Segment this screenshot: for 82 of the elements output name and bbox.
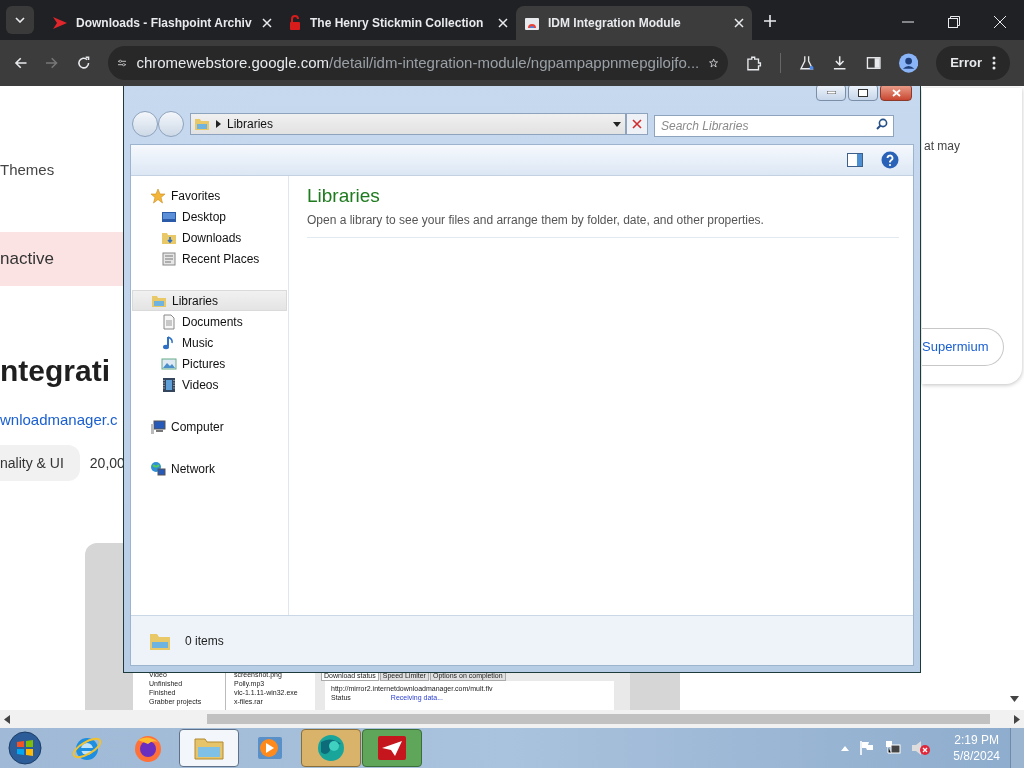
close-icon[interactable] xyxy=(262,18,272,28)
close-icon[interactable] xyxy=(994,16,1006,28)
download-icon[interactable] xyxy=(832,55,848,71)
maximize-button[interactable] xyxy=(848,86,878,101)
star-icon xyxy=(150,187,166,204)
restore-icon[interactable] xyxy=(948,16,960,28)
nav-item[interactable]: Recent Places xyxy=(132,248,287,269)
help-icon[interactable] xyxy=(881,151,899,169)
recent-places-icon xyxy=(161,250,177,267)
close-button[interactable] xyxy=(880,86,912,101)
profile-error-button[interactable]: Error xyxy=(936,46,1010,80)
address-field[interactable]: Libraries xyxy=(190,113,626,135)
breadcrumb-arrow-icon xyxy=(216,120,221,128)
address-bar[interactable]: chromewebstore.google.com/detail/idm-integration-module/ngpampappnmepgilojfo... xyxy=(108,46,729,80)
scroll-left-arrow-icon[interactable] xyxy=(4,714,10,724)
site-settings-icon[interactable] xyxy=(118,57,127,69)
address-text: Libraries xyxy=(227,116,275,133)
stop-button[interactable] xyxy=(626,113,648,135)
tab-title: IDM Integration Module xyxy=(548,15,682,32)
nav-item[interactable]: Pictures xyxy=(132,353,287,374)
scroll-right-arrow-icon[interactable] xyxy=(1014,714,1020,724)
back-arrow-icon[interactable] xyxy=(14,56,28,70)
film-icon xyxy=(161,376,177,393)
nav-item[interactable]: Computer xyxy=(132,416,287,437)
tab-title: The Henry Stickmin Collection xyxy=(310,15,485,32)
taskbar-button[interactable] xyxy=(362,729,422,767)
library-icon xyxy=(194,116,210,132)
search-icon[interactable] xyxy=(876,118,888,130)
flask-icon[interactable] xyxy=(798,55,815,71)
scrollbar-thumb[interactable] xyxy=(207,714,990,724)
taskbar-button[interactable] xyxy=(301,729,361,767)
puzzle-piece-icon[interactable] xyxy=(746,55,762,71)
reload-icon[interactable] xyxy=(76,56,91,70)
nav-item[interactable]: Network xyxy=(132,458,287,479)
search-field[interactable]: Search Libraries xyxy=(654,115,894,137)
category-chip[interactable]: nality & UI xyxy=(0,445,80,481)
network-icon xyxy=(150,460,166,477)
globe-icon xyxy=(315,732,347,764)
more-icon xyxy=(992,56,996,70)
close-icon xyxy=(632,119,642,129)
browser-tab[interactable]: Downloads - Flashpoint Archiv xyxy=(44,6,280,40)
side-panel-icon[interactable] xyxy=(865,55,881,71)
libraries-heading: Libraries xyxy=(307,184,381,208)
nav-item[interactable]: Music xyxy=(132,332,287,353)
caret-icon xyxy=(15,17,25,23)
document-icon xyxy=(161,313,177,330)
taskbar-button[interactable] xyxy=(179,729,239,767)
dropdown-arrow-icon[interactable] xyxy=(613,121,621,127)
tab-search-button[interactable] xyxy=(6,6,34,34)
store-icon xyxy=(524,15,540,31)
category-link[interactable]: Themes xyxy=(0,159,55,182)
browser-tab[interactable]: IDM Integration Module xyxy=(516,6,752,40)
flag-icon xyxy=(52,15,68,31)
website-link[interactable]: wnloadmanager.c xyxy=(0,408,118,431)
muted-speaker-icon[interactable] xyxy=(911,740,932,756)
avatar-icon[interactable] xyxy=(898,53,919,73)
nav-item[interactable]: Documents xyxy=(132,311,287,332)
card-text: at may xyxy=(923,138,960,155)
network-icon[interactable] xyxy=(885,740,902,756)
extension-title: ntegrati xyxy=(0,352,110,389)
picture-icon xyxy=(161,355,177,372)
preview-pane-icon[interactable] xyxy=(847,153,863,167)
close-icon[interactable] xyxy=(734,18,744,28)
nav-item[interactable]: Videos xyxy=(132,374,287,395)
browser-tab[interactable]: The Henry Stickmin Collection xyxy=(280,6,516,40)
computer-icon xyxy=(150,418,166,435)
lock-icon xyxy=(288,15,302,31)
item-count: 0 items xyxy=(185,632,224,650)
maximize-icon xyxy=(858,88,868,97)
libraries-description: Open a library to see your files and arrange them by folder, date, and other properties. xyxy=(307,211,765,229)
close-icon[interactable] xyxy=(498,18,508,28)
minimize-icon xyxy=(826,91,836,94)
new-tab-icon[interactable] xyxy=(764,15,776,27)
close-icon xyxy=(891,88,901,97)
tab-title: Downloads - Flashpoint Archiv xyxy=(76,15,253,32)
url-text: chromewebstore.google.com/detail/idm-integration-module/ngpampappnmepgilojfo... xyxy=(136,52,700,73)
windows-logo-icon xyxy=(8,731,42,765)
nav-item[interactable]: Desktop xyxy=(132,206,287,227)
nav-item[interactable]: Favorites xyxy=(132,185,287,206)
horizontal-scrollbar[interactable] xyxy=(0,710,1024,728)
scroll-down-arrow-icon[interactable] xyxy=(1010,696,1019,702)
nav-item[interactable]: Libraries xyxy=(132,290,287,311)
